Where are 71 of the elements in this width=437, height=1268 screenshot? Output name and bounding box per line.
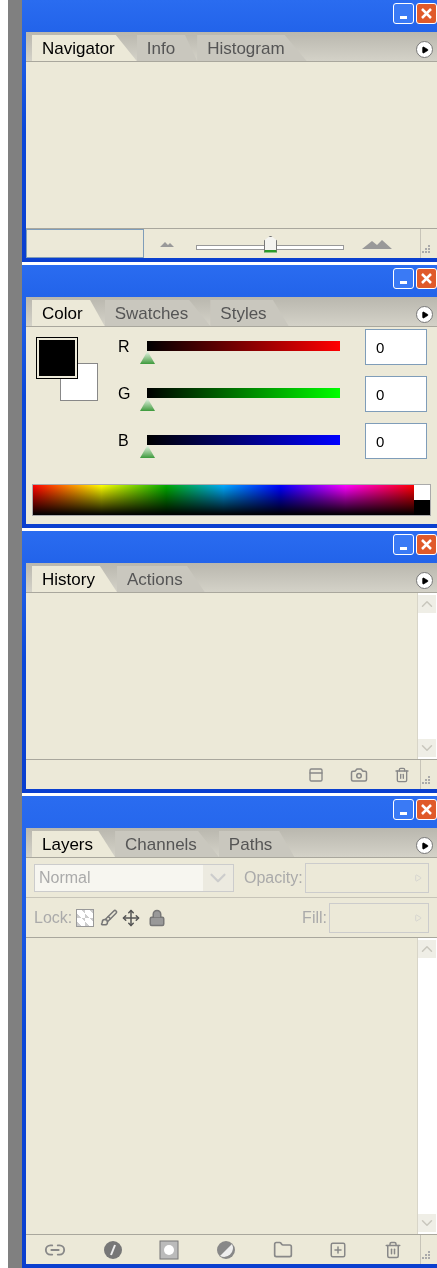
brush-icon[interactable] xyxy=(100,908,119,927)
mask-icon[interactable] xyxy=(159,1239,180,1260)
minimize-button[interactable] xyxy=(393,534,414,555)
menu-arrow-icon xyxy=(420,45,429,54)
large-mountain-icon[interactable] xyxy=(362,238,392,249)
new-layer-icon[interactable] xyxy=(329,1240,348,1259)
trash-icon[interactable] xyxy=(383,1240,402,1259)
channel-label: R xyxy=(118,337,131,357)
panel-tab[interactable]: Histogram xyxy=(197,35,307,61)
panel-menu-button[interactable] xyxy=(416,41,433,58)
color-spectrum-bar[interactable] xyxy=(32,484,431,516)
channel-slider[interactable] xyxy=(140,339,340,365)
panel-tab[interactable]: Paths xyxy=(218,831,295,857)
panel-tab[interactable]: Swatches xyxy=(104,300,211,326)
move-icon[interactable] xyxy=(122,908,141,927)
minimize-button[interactable] xyxy=(393,799,414,820)
channel-slider[interactable] xyxy=(140,386,340,412)
resize-grip-icon[interactable] xyxy=(421,775,431,785)
minimize-button[interactable] xyxy=(393,3,414,24)
fill-label: Fill: xyxy=(302,907,327,928)
opacity-field[interactable] xyxy=(304,862,429,893)
channel-label: G xyxy=(118,384,132,404)
panel-tab[interactable]: Styles xyxy=(210,300,289,326)
camera-icon[interactable] xyxy=(350,765,368,784)
channel-slider-thumb[interactable] xyxy=(140,398,155,411)
channel-slider[interactable] xyxy=(140,433,340,459)
lock-label: Lock: xyxy=(34,907,73,928)
zoom-slider-thumb[interactable] xyxy=(264,235,277,253)
lock-icon[interactable] xyxy=(148,908,167,927)
fill-field[interactable] xyxy=(329,902,429,933)
new-document-icon[interactable] xyxy=(308,766,324,783)
close-icon xyxy=(421,273,432,284)
close-button[interactable] xyxy=(416,268,437,289)
menu-arrow-icon xyxy=(420,310,429,319)
panel-menu-button[interactable] xyxy=(416,837,433,854)
panel-tab[interactable]: Navigator xyxy=(32,35,137,61)
lock-transparency-icon[interactable] xyxy=(76,908,95,927)
opacity-label: Opacity: xyxy=(244,867,303,888)
panel-tab[interactable]: Channels xyxy=(115,831,219,857)
layer-style-icon[interactable] xyxy=(102,1239,123,1260)
panel-tab[interactable]: Info xyxy=(136,35,198,61)
blend-mode-value: Normal xyxy=(38,867,92,888)
channel-slider-thumb[interactable] xyxy=(140,351,155,364)
trash-icon[interactable] xyxy=(394,766,410,783)
channel-value-field[interactable]: 0 xyxy=(365,329,427,365)
panel-tab[interactable]: History xyxy=(32,566,117,592)
color-swatches[interactable] xyxy=(36,337,100,403)
panel-tab[interactable]: Actions xyxy=(116,566,205,592)
close-button[interactable] xyxy=(416,534,437,555)
channel-slider-thumb[interactable] xyxy=(140,445,155,458)
close-icon xyxy=(421,539,432,550)
folder-icon[interactable] xyxy=(272,1239,293,1260)
close-icon xyxy=(421,804,432,815)
adjustment-layer-icon[interactable] xyxy=(215,1239,236,1260)
resize-grip-icon[interactable] xyxy=(421,1250,431,1260)
panel-tab[interactable]: Color xyxy=(32,300,105,326)
minimize-button[interactable] xyxy=(393,268,414,289)
channel-label: B xyxy=(118,431,130,451)
close-button[interactable] xyxy=(416,799,437,820)
zoom-field[interactable] xyxy=(26,229,144,258)
panel-menu-button[interactable] xyxy=(416,306,433,323)
panel-menu-button[interactable] xyxy=(416,572,433,589)
close-icon xyxy=(421,8,432,19)
resize-grip-icon[interactable] xyxy=(421,244,431,254)
menu-arrow-icon xyxy=(420,576,429,585)
menu-arrow-icon xyxy=(420,841,429,850)
channel-value-field[interactable]: 0 xyxy=(365,423,427,459)
small-mountain-icon[interactable] xyxy=(160,240,174,247)
channel-value-field[interactable]: 0 xyxy=(365,376,427,412)
panel-tab[interactable]: Layers xyxy=(32,831,116,857)
close-button[interactable] xyxy=(416,3,437,24)
